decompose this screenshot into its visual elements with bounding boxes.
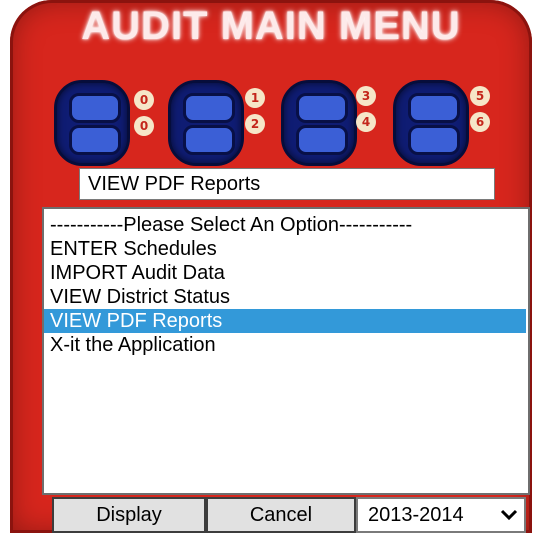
selected-option-field[interactable]: VIEW PDF Reports <box>79 168 495 200</box>
switch-3[interactable] <box>393 80 469 166</box>
switch-2[interactable] <box>281 80 357 166</box>
year-select-value: 2013-2014 <box>368 504 464 526</box>
year-select[interactable]: 2013-2014 <box>356 497 526 533</box>
switch-slot-top[interactable] <box>69 93 121 123</box>
switch-slot-top[interactable] <box>183 93 235 123</box>
switch-badge: 0 <box>134 90 154 110</box>
list-item-selected[interactable]: VIEW PDF Reports <box>44 309 526 333</box>
list-item[interactable]: ENTER Schedules <box>44 237 526 261</box>
switch-slot-bottom[interactable] <box>408 125 460 155</box>
chevron-down-icon[interactable] <box>500 499 518 541</box>
switch-1[interactable] <box>168 80 244 166</box>
switch-badge: 5 <box>470 86 490 106</box>
options-listbox[interactable]: -----------Please Select An Option------… <box>42 207 530 495</box>
switch-badge: 3 <box>356 86 376 106</box>
list-item[interactable]: VIEW District Status <box>44 285 526 309</box>
switch-badge: 2 <box>245 114 265 134</box>
cancel-button[interactable]: Cancel <box>206 497 356 533</box>
switch-badge: 1 <box>245 88 265 108</box>
list-item[interactable]: X-it the Application <box>44 333 526 357</box>
switch-slot-top[interactable] <box>408 93 460 123</box>
switch-0[interactable] <box>54 80 130 166</box>
switch-slot-bottom[interactable] <box>296 125 348 155</box>
switch-slot-bottom[interactable] <box>183 125 235 155</box>
switch-badge: 4 <box>356 112 376 132</box>
app-title: AUDIT MAIN MENU <box>81 4 461 48</box>
switch-slot-top[interactable] <box>296 93 348 123</box>
switch-slot-bottom[interactable] <box>69 125 121 155</box>
switch-badge: 0 <box>134 116 154 136</box>
display-button[interactable]: Display <box>52 497 206 533</box>
switch-badge: 6 <box>470 112 490 132</box>
list-item[interactable]: -----------Please Select An Option------… <box>44 213 526 237</box>
list-item[interactable]: IMPORT Audit Data <box>44 261 526 285</box>
